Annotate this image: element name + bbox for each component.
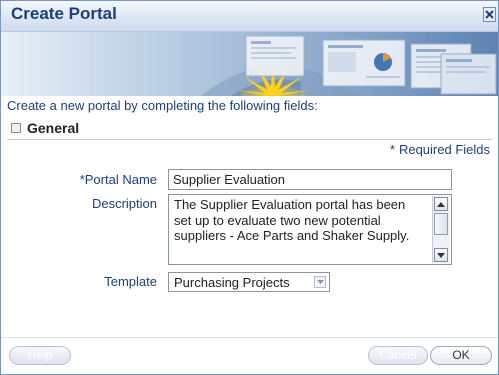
general-section-header[interactable]: General: [11, 119, 79, 137]
banner-image: [1, 32, 498, 96]
template-select[interactable]: Purchasing Projects: [168, 272, 330, 292]
cancel-button[interactable]: Cancel: [368, 346, 428, 365]
template-label: Template: [104, 274, 157, 289]
ok-button[interactable]: OK: [430, 346, 492, 365]
chevron-down-icon: [316, 280, 324, 284]
description-text: The Supplier Evaluation portal has been …: [174, 197, 410, 243]
required-fields-note: * Required Fields: [390, 142, 490, 157]
portal-name-input[interactable]: Supplier Evaluation: [168, 169, 452, 190]
description-textarea[interactable]: The Supplier Evaluation portal has been …: [168, 194, 452, 265]
template-selected-value: Purchasing Projects: [174, 275, 290, 290]
section-title: General: [27, 120, 80, 136]
portal-name-label: *Portal Name: [5, 172, 157, 187]
scroll-thumb[interactable]: [434, 213, 448, 235]
arrow-up-icon: [437, 201, 445, 207]
help-button[interactable]: Help: [9, 346, 71, 365]
arrow-down-icon: [437, 252, 445, 258]
close-icon: [485, 10, 494, 19]
create-portal-dialog: Create Portal Create a new portal by com…: [0, 0, 499, 375]
instructions-text: Create a new portal by completing the fo…: [7, 98, 318, 113]
footer-divider: [1, 337, 498, 338]
description-scrollbar[interactable]: [432, 196, 450, 263]
collapse-icon: [11, 123, 21, 133]
required-asterisk: *: [389, 142, 395, 157]
required-fields-label: Required Fields: [398, 142, 490, 157]
portal-name-label-text: Portal Name: [84, 172, 157, 187]
scroll-up-button[interactable]: [434, 197, 448, 211]
dialog-title: Create Portal: [11, 4, 117, 23]
title-bar: Create Portal: [1, 1, 498, 32]
section-divider: [7, 139, 492, 140]
description-label: Description: [91, 196, 157, 211]
close-button[interactable]: [483, 7, 496, 22]
dropdown-arrow-button[interactable]: [314, 276, 326, 288]
scroll-down-button[interactable]: [434, 248, 448, 262]
